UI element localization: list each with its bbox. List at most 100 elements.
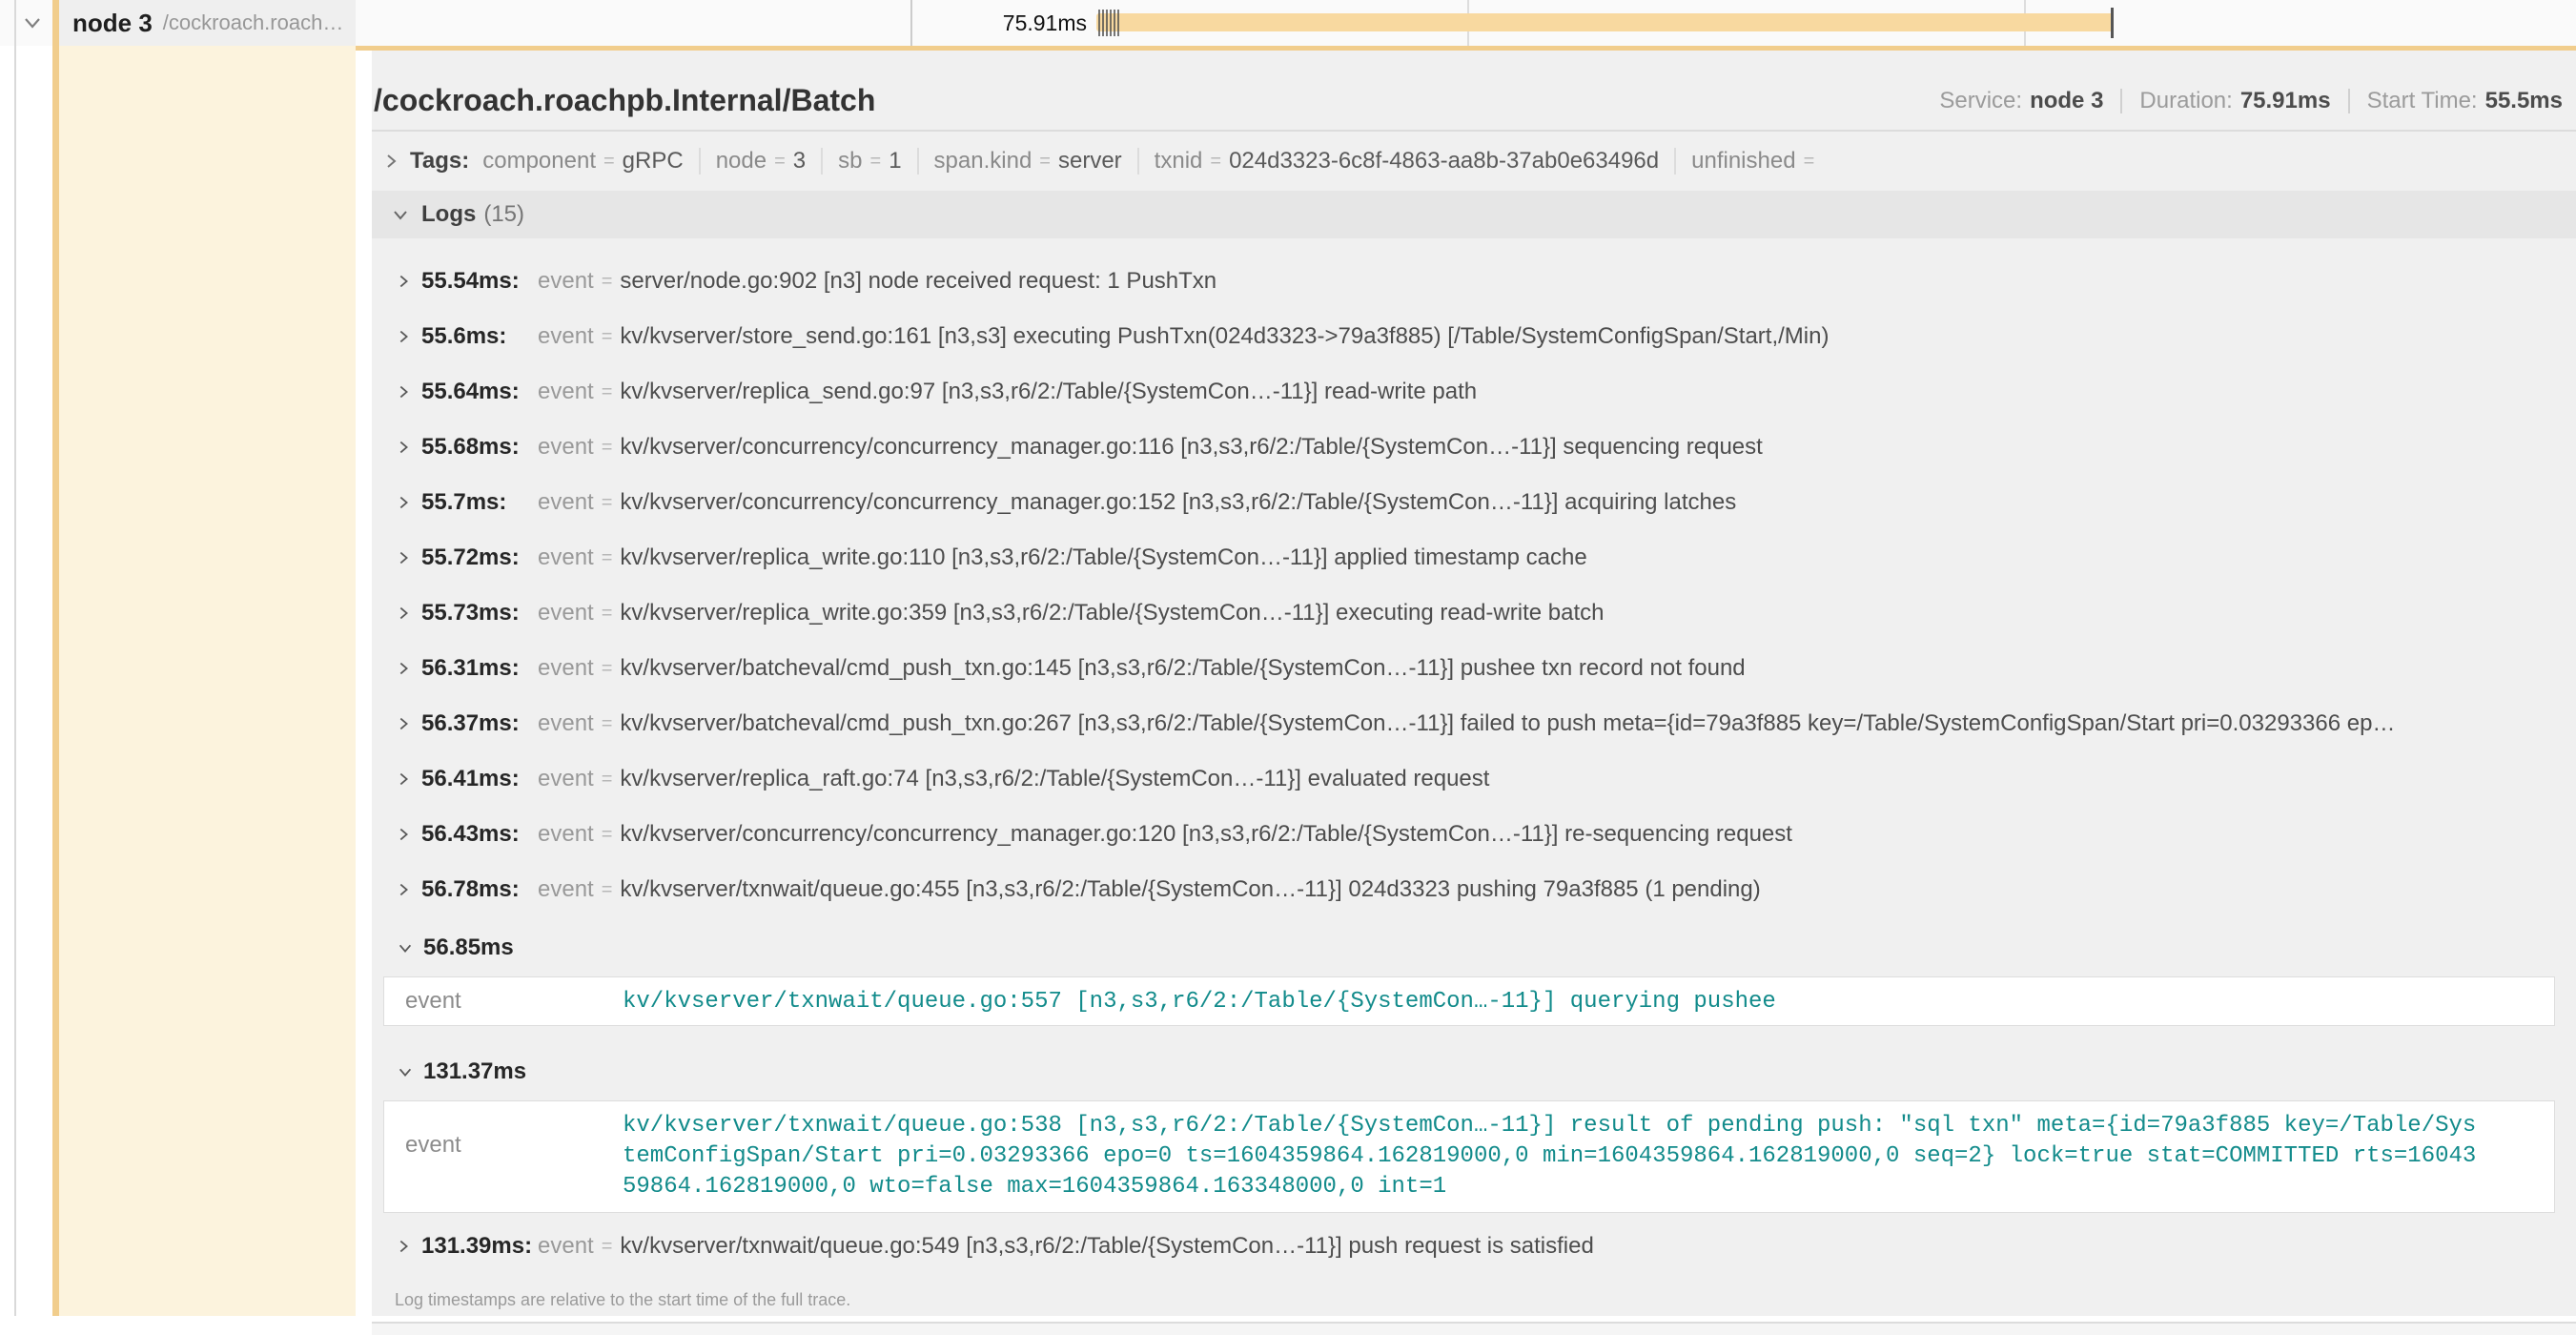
log-field-value: kv/kvserver/batcheval/cmd_push_txn.go:14… <box>620 655 2565 682</box>
left-column-divider <box>14 0 16 1316</box>
log-entry-row[interactable]: 55.68ms:event=kv/kvserver/concurrency/co… <box>395 420 2565 475</box>
log-field-key: event <box>538 600 594 626</box>
chevron-right-icon <box>395 826 412 843</box>
tag-key: span.kind <box>934 148 1032 175</box>
equals-sign: = <box>603 151 615 173</box>
chevron-right-icon <box>395 770 412 788</box>
log-field-value: kv/kvserver/txnwait/queue.go:455 [n3,s3,… <box>620 876 2565 903</box>
duration-value: 75.91ms <box>2240 88 2331 114</box>
logs-section-bottom-border <box>372 1322 2576 1335</box>
service-value: node 3 <box>2030 88 2103 114</box>
log-marker-tick <box>1106 10 1108 36</box>
log-field-key: event <box>405 988 623 1015</box>
log-timestamp: 56.31ms: <box>421 655 538 682</box>
log-entry-row[interactable]: 56.37ms:event=kv/kvserver/batcheval/cmd_… <box>395 696 2565 751</box>
equals-sign: = <box>602 658 613 680</box>
log-entry-row[interactable]: 56.43ms:event=kv/kvserver/concurrency/co… <box>395 807 2565 862</box>
log-entry-row[interactable]: 55.73ms:event=kv/kvserver/replica_write.… <box>395 585 2565 641</box>
tag-item: span.kind=server <box>934 148 1122 175</box>
chevron-right-icon <box>395 549 412 566</box>
logs-footer: Log timestamps are relative to the start… <box>395 1280 2565 1320</box>
log-field-value: kv/kvserver/concurrency/concurrency_mana… <box>620 821 2565 848</box>
log-entry-row[interactable]: 55.64ms:event=kv/kvserver/replica_send.g… <box>395 364 2565 420</box>
log-timestamp: 56.37ms: <box>421 710 538 737</box>
tag-separator <box>821 148 823 175</box>
log-marker-tick <box>1114 10 1115 36</box>
chevron-right-icon <box>395 494 412 511</box>
log-field-key: event <box>538 379 594 405</box>
log-field-key: event <box>538 655 594 682</box>
log-entry-row[interactable]: 55.6ms:event=kv/kvserver/store_send.go:1… <box>395 309 2565 364</box>
log-marker-tick <box>1102 10 1104 36</box>
log-entry-row[interactable]: 56.41ms:event=kv/kvserver/replica_raft.g… <box>395 751 2565 807</box>
equals-sign: = <box>1804 151 1815 173</box>
log-field-value: kv/kvserver/txnwait/queue.go:557 [n3,s3,… <box>623 989 1776 1015</box>
equals-sign: = <box>602 381 613 403</box>
span-duration-bar[interactable] <box>1096 13 2114 31</box>
log-entry-row[interactable]: 131.39ms: event = kv/kvserver/txnwait/qu… <box>395 1219 2565 1274</box>
tag-value: 024d3323-6c8f-4863-aa8b-37ab0e63496d <box>1229 148 1659 175</box>
chevron-right-icon <box>395 328 412 345</box>
tag-key: component <box>482 148 596 175</box>
tags-accordion-header[interactable]: Tags: component=gRPCnode=3sb=1span.kind=… <box>372 132 2576 191</box>
log-timestamp: 55.72ms: <box>421 544 538 571</box>
log-entry-row[interactable]: 55.54ms:event=server/node.go:902 [n3] no… <box>395 254 2565 309</box>
span-detail-header: /cockroach.roachpb.Internal/Batch Servic… <box>372 51 2576 132</box>
chevron-right-icon <box>395 660 412 677</box>
log-field-value: kv/kvserver/replica_raft.go:74 [n3,s3,r6… <box>620 766 2565 792</box>
equals-sign: = <box>1039 151 1051 173</box>
log-field-value: kv/kvserver/txnwait/queue.go:549 [n3,s3,… <box>620 1233 2565 1260</box>
log-timestamp: 55.7ms: <box>421 489 538 516</box>
span-meta: Service: node 3 Duration: 75.91ms Start … <box>1939 88 2563 118</box>
log-field-value: kv/kvserver/replica_send.go:97 [n3,s3,r6… <box>620 379 2565 405</box>
equals-sign: = <box>602 492 613 514</box>
tag-separator <box>1137 148 1139 175</box>
tag-item: sb=1 <box>838 148 901 175</box>
log-field-key: event <box>405 1111 623 1202</box>
log-entry-row[interactable]: 55.7ms:event=kv/kvserver/concurrency/con… <box>395 475 2565 530</box>
log-timestamp: 131.37ms <box>423 1058 526 1085</box>
chevron-right-icon <box>395 439 412 456</box>
log-timestamp: 56.43ms: <box>421 821 538 848</box>
log-field-value: kv/kvserver/replica_write.go:110 [n3,s3,… <box>620 544 2565 571</box>
log-field-key: event <box>538 710 594 737</box>
duration-label: Duration: <box>2139 88 2232 114</box>
log-timestamp: 56.78ms: <box>421 876 538 903</box>
equals-sign: = <box>602 547 613 569</box>
tag-item: component=gRPC <box>482 148 683 175</box>
chevron-right-icon <box>395 1238 412 1255</box>
tag-key: node <box>716 148 767 175</box>
chevron-right-icon <box>395 383 412 400</box>
log-marker-tick <box>1098 10 1100 36</box>
logs-title: Logs <box>421 201 476 228</box>
tag-key: unfinished <box>1691 148 1795 175</box>
start-time-label: Start Time: <box>2367 88 2478 114</box>
log-entry-row[interactable]: 56.78ms:event = kv/kvserver/txnwait/queue.… <box>395 862 2565 917</box>
span-name-cell[interactable]: node 3 /cockroach.roach… <box>52 0 356 46</box>
logs-accordion-header[interactable]: Logs (15) <box>372 191 2576 238</box>
log-timestamp: 56.85ms <box>423 934 514 961</box>
tags-label: Tags: <box>410 148 469 175</box>
equals-sign: = <box>1210 151 1221 173</box>
log-field-key: event <box>538 268 594 295</box>
chevron-right-icon <box>395 881 412 898</box>
log-field-value: server/node.go:902 [n3] node received re… <box>620 268 2565 295</box>
equals-sign: = <box>602 879 613 901</box>
log-field-key: event <box>538 544 594 571</box>
log-entry-row[interactable]: 55.72ms:event = kv/kvserver/replica_write.… <box>395 530 2565 585</box>
chevron-down-icon <box>397 939 414 956</box>
log-field-key: event <box>538 876 594 903</box>
log-entry-expanded-header[interactable]: 56.85ms <box>395 927 2565 969</box>
log-field-value: kv/kvserver/concurrency/concurrency_mana… <box>620 489 2565 516</box>
chevron-right-icon <box>381 152 400 171</box>
log-entry-row[interactable]: 56.31ms:event = kv/kvserver/batcheval/cmd_… <box>395 641 2565 696</box>
equals-sign: = <box>602 769 613 791</box>
collapse-span-chevron-icon[interactable] <box>21 11 44 34</box>
tag-items: component=gRPCnode=3sb=1span.kind=server… <box>482 148 1822 175</box>
log-entry-expanded-header[interactable]: 131.37ms <box>395 1051 2565 1093</box>
log-timestamp: 56.41ms: <box>421 766 538 792</box>
log-field-value: kv/kvserver/replica_write.go:359 [n3,s3,… <box>620 600 2565 626</box>
tag-key: txnid <box>1155 148 1203 175</box>
logs-list: 55.54ms:event=server/node.go:902 [n3] no… <box>372 238 2576 1335</box>
tag-separator <box>699 148 701 175</box>
